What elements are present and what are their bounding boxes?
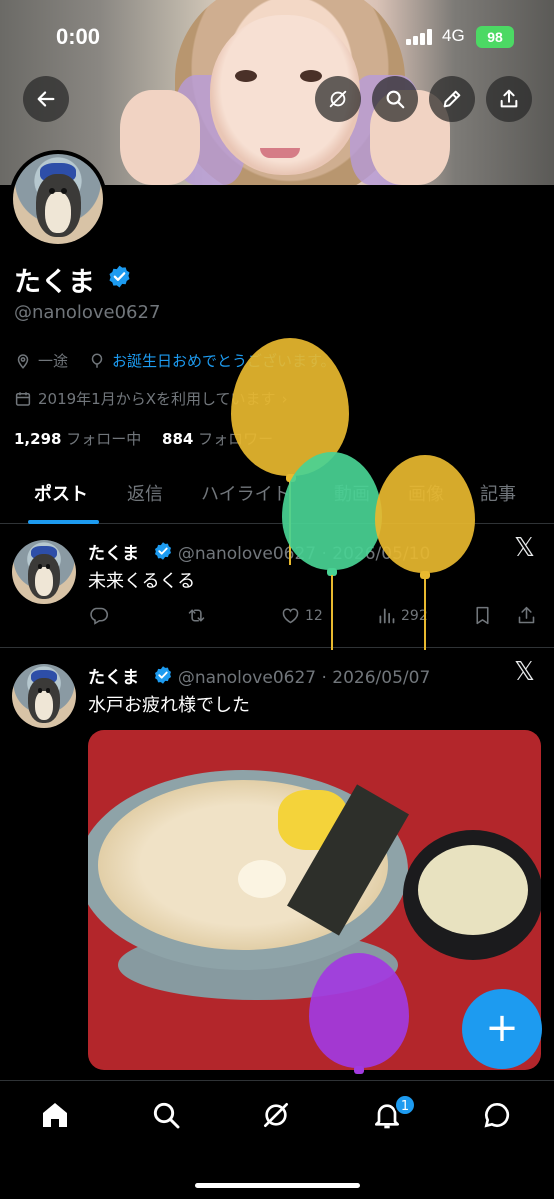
banner-photo-eye <box>235 70 257 82</box>
post-text: 水戸お疲れ様でした <box>88 695 250 716</box>
profile-location: 一途 <box>38 352 69 370</box>
avatar-penguin-belly <box>45 191 71 234</box>
profile-avatar[interactable] <box>9 150 107 248</box>
post-meta: @nanolove0627 · 2026/05/07 <box>177 668 431 688</box>
compose-button[interactable]: + <box>462 989 542 1069</box>
location-icon <box>17 353 29 369</box>
post-actions: 12 292 <box>88 605 543 629</box>
post-author: たくま <box>88 668 139 688</box>
nav-grok[interactable] <box>260 1099 296 1135</box>
share-icon <box>500 89 518 108</box>
tab-replies[interactable]: 返信 <box>127 480 163 506</box>
balloon-knot <box>354 1066 364 1074</box>
share-button[interactable] <box>486 76 532 122</box>
following-label: フォロー中 <box>66 430 142 448</box>
repost-button[interactable] <box>186 605 211 626</box>
bookmark-button[interactable] <box>472 605 497 626</box>
back-button[interactable] <box>23 76 69 122</box>
following-link[interactable]: 1,298 フォロー中 <box>14 430 141 448</box>
post-text: 未来くるくる <box>88 571 196 592</box>
notification-badge: 1 <box>394 1094 416 1116</box>
verified-icon <box>109 265 130 288</box>
post-header: たくま @nanolove0627 · 2026/05/07 <box>88 663 430 688</box>
image-rice <box>418 845 528 935</box>
home-indicator <box>195 1183 360 1188</box>
balloon-purple <box>309 953 409 1068</box>
search-icon <box>386 90 405 109</box>
battery-level: 98 <box>487 29 503 45</box>
share-post-button[interactable] <box>516 605 541 626</box>
banner-photo-mouth <box>260 148 300 158</box>
followers-count: 884 <box>162 430 194 448</box>
views-button[interactable]: 292 <box>376 605 428 626</box>
share-icon <box>518 606 535 624</box>
grok-button[interactable] <box>315 76 361 122</box>
messages-icon <box>484 1102 510 1128</box>
like-count: 12 <box>305 607 323 624</box>
x-logo-icon: 𝕏 <box>514 533 535 563</box>
edit-button[interactable] <box>429 76 475 122</box>
balloon-string <box>331 575 333 650</box>
views-icon <box>379 608 395 624</box>
nav-home[interactable] <box>39 1099 75 1135</box>
network-label: 4G <box>442 26 465 45</box>
profile-name: たくま <box>14 267 95 298</box>
reply-button[interactable] <box>88 605 113 626</box>
like-button[interactable]: 12 <box>280 605 323 626</box>
tab-posts[interactable]: ポスト <box>34 480 88 506</box>
x-logo-icon: 𝕏 <box>514 657 535 687</box>
tab-highlights[interactable]: ハイライト <box>201 480 291 506</box>
banner-photo-hand <box>120 90 200 185</box>
post[interactable]: たくま @nanolove0627 · 2026/05/10 𝕏 未来くるくる … <box>0 525 554 648</box>
banner-photo-eye <box>300 70 322 82</box>
status-bar: 0:00 4G 98 <box>0 22 554 52</box>
balloon-yellow <box>375 455 475 573</box>
like-icon <box>282 608 299 624</box>
bottom-nav: 1 <box>0 1080 554 1199</box>
post-avatar[interactable] <box>12 664 76 728</box>
profile-handle: @nanolove0627 <box>14 302 161 323</box>
verified-icon <box>155 666 171 684</box>
repost-icon <box>188 609 205 622</box>
grok-icon <box>264 1103 288 1127</box>
post-author: たくま <box>88 544 139 564</box>
status-time: 0:00 <box>56 24 101 49</box>
tab-indicator <box>28 520 99 524</box>
grok-icon <box>329 90 347 108</box>
balloon-icon <box>91 352 103 368</box>
nav-search[interactable] <box>150 1099 186 1135</box>
signal-icon <box>406 29 434 45</box>
back-arrow-icon <box>37 91 55 107</box>
home-icon <box>43 1103 67 1127</box>
post-avatar[interactable] <box>12 540 76 604</box>
balloon-string <box>424 578 426 650</box>
bookmark-icon <box>476 606 489 625</box>
edit-icon <box>443 90 461 108</box>
reply-icon <box>90 607 109 625</box>
search-icon <box>153 1102 180 1129</box>
nav-messages[interactable] <box>481 1099 517 1135</box>
verified-icon <box>155 542 171 560</box>
tab-articles[interactable]: 記事 <box>480 480 516 506</box>
calendar-icon <box>15 391 31 406</box>
following-count: 1,298 <box>14 430 62 448</box>
image-egg <box>238 860 286 898</box>
balloon-green <box>282 452 382 570</box>
battery-indicator: 98 <box>476 26 514 48</box>
search-button[interactable] <box>372 76 418 122</box>
